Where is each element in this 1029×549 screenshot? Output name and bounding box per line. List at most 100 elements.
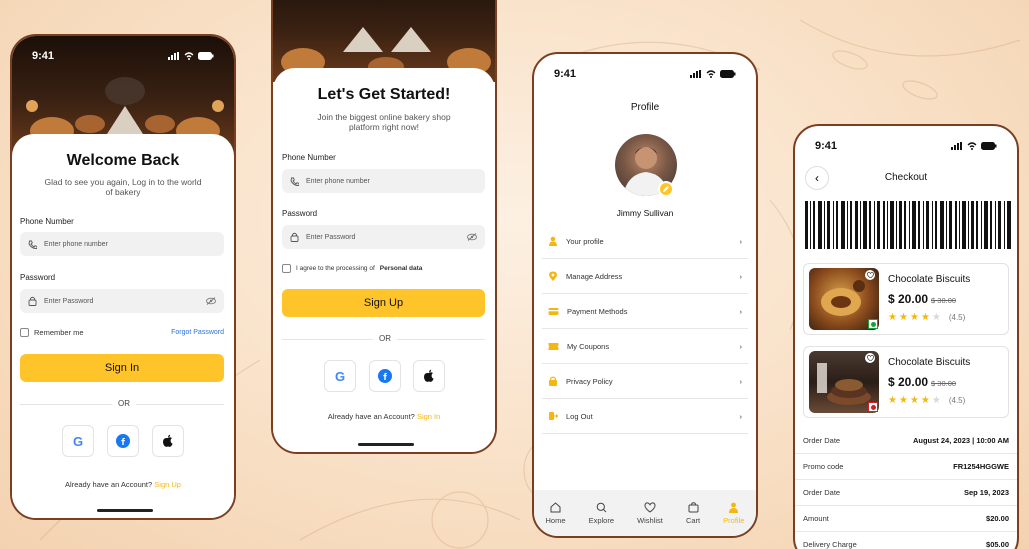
eye-off-icon[interactable] xyxy=(206,297,216,305)
signal-icon xyxy=(951,142,962,150)
wishlist-button[interactable] xyxy=(865,353,875,363)
agree-terms[interactable]: I agree to the processing of Personal da… xyxy=(282,264,422,273)
menu-item-label: My Coupons xyxy=(567,341,610,351)
sign-up-button[interactable]: Sign Up xyxy=(282,289,485,317)
row-value: August 24, 2023 | 10:00 AM xyxy=(912,436,1009,445)
tab-label: Home xyxy=(545,515,566,525)
tab-wishlist[interactable]: Wishlist xyxy=(637,501,663,525)
facebook-icon xyxy=(116,434,130,448)
google-login-button[interactable]: G xyxy=(62,425,94,457)
tab-label: Wishlist xyxy=(637,515,663,525)
menu-item-payment-methods[interactable]: Payment Methods › xyxy=(542,294,748,329)
battery-icon xyxy=(198,52,214,60)
order-summary-row: Amount $20.00 xyxy=(795,506,1017,532)
order-summary-row: Order Date August 24, 2023 | 10:00 AM xyxy=(795,428,1017,454)
lock-icon xyxy=(549,376,557,386)
star-empty-icon: ★ xyxy=(931,395,941,406)
or-text: OR xyxy=(112,399,136,408)
remember-label: Remember me xyxy=(34,328,84,337)
menu-item-your-profile[interactable]: Your profile › xyxy=(542,224,748,259)
remember-me[interactable]: Remember me xyxy=(20,328,84,337)
star-icon: ★ xyxy=(898,395,908,406)
tab-explore[interactable]: Explore xyxy=(589,502,614,525)
star-icon: ★ xyxy=(920,395,930,406)
menu-item-label: Manage Address xyxy=(566,271,623,281)
page-subtitle: Glad to see you again, Log in to the wor… xyxy=(44,177,202,197)
rating-stars: ★ ★ ★ ★ ★ (4.5) xyxy=(888,395,965,406)
sign-in-link[interactable]: Sign In xyxy=(417,412,440,421)
sign-in-button[interactable]: Sign In xyxy=(20,354,224,382)
phone-icon xyxy=(290,177,299,186)
sign-up-link[interactable]: Sign Up xyxy=(154,480,181,489)
phone-icon xyxy=(28,240,37,249)
apple-login-button[interactable] xyxy=(413,360,445,392)
signal-icon xyxy=(690,70,701,78)
chevron-right-icon: › xyxy=(739,236,743,246)
chevron-right-icon: › xyxy=(739,306,743,316)
facebook-login-button[interactable] xyxy=(369,360,401,392)
phone-field[interactable]: Enter phone number xyxy=(20,232,224,256)
phone-placeholder: Enter phone number xyxy=(44,240,108,248)
cart-item[interactable]: Chocolate Biscuits $ 20.00 $ 30.00 ★ ★ ★ … xyxy=(803,346,1009,418)
tab-home[interactable]: Home xyxy=(545,501,566,525)
signin-prompt: Already have an Account? Sign In xyxy=(273,412,495,421)
old-price: $ 30.00 xyxy=(931,296,957,305)
signal-icon xyxy=(168,52,179,60)
signup-prompt: Already have an Account? Sign Up xyxy=(12,480,234,489)
password-field[interactable]: Enter Password xyxy=(282,225,485,249)
google-login-button[interactable]: G xyxy=(324,360,356,392)
barcode xyxy=(805,201,1011,249)
menu-item-privacy-policy[interactable]: Privacy Policy › xyxy=(542,364,748,399)
user-icon xyxy=(729,502,739,513)
apple-login-button[interactable] xyxy=(152,425,184,457)
facebook-icon xyxy=(378,369,392,383)
home-indicator xyxy=(358,443,414,446)
personal-data-link[interactable]: Personal data xyxy=(380,265,423,272)
product-price: $ 20.00 $ 30.00 xyxy=(888,375,956,389)
home-icon xyxy=(550,501,561,512)
apple-icon xyxy=(423,369,434,382)
menu-item-my-coupons[interactable]: My Coupons › xyxy=(542,329,748,364)
signup-sheet: Let's Get Started! Join the biggest onli… xyxy=(273,68,495,452)
cart-item[interactable]: Chocolate Biscuits $ 20.00 $ 30.00 ★ ★ ★ … xyxy=(803,263,1009,335)
chevron-right-icon: › xyxy=(739,271,743,281)
profile-screen: 9:41 Profile Jimmy Sullivan Your profile… xyxy=(532,52,758,538)
agree-checkbox[interactable] xyxy=(282,264,291,273)
row-value: Sep 19, 2023 xyxy=(963,488,1009,497)
status-time: 9:41 xyxy=(554,68,577,80)
logout-icon xyxy=(549,412,558,420)
order-summary-row: Delivery Charge $05.00 xyxy=(795,532,1017,549)
status-icons xyxy=(168,52,214,60)
home-indicator xyxy=(97,509,153,512)
google-icon: G xyxy=(334,368,346,384)
row-value: FR1254HGGWE xyxy=(953,462,1009,471)
chevron-right-icon: › xyxy=(739,341,743,351)
forgot-password-link[interactable]: Forgot Password xyxy=(171,329,224,336)
tab-cart[interactable]: Cart xyxy=(686,501,700,525)
password-field[interactable]: Enter Password xyxy=(20,289,224,313)
price-value: $ 20.00 xyxy=(888,292,929,306)
menu-item-label: Your profile xyxy=(566,236,604,246)
menu-item-log-out[interactable]: Log Out › xyxy=(542,399,748,434)
menu-item-manage-address[interactable]: Manage Address › xyxy=(542,259,748,294)
wifi-icon xyxy=(184,52,194,60)
eye-off-icon[interactable] xyxy=(467,233,477,241)
facebook-login-button[interactable] xyxy=(107,425,139,457)
search-icon xyxy=(596,502,607,512)
wishlist-button[interactable] xyxy=(865,270,875,280)
menu-item-label: Log Out xyxy=(566,411,593,421)
row-label: Order Date xyxy=(803,488,841,497)
agree-text: I agree to the processing of xyxy=(296,265,375,272)
rating-stars: ★ ★ ★ ★ ★ (4.5) xyxy=(888,312,965,323)
password-placeholder: Enter Password xyxy=(44,297,94,305)
remember-checkbox[interactable] xyxy=(20,328,29,337)
user-icon xyxy=(549,236,557,246)
heart-icon xyxy=(866,355,874,361)
password-label: Password xyxy=(282,209,318,218)
pencil-icon xyxy=(663,186,669,192)
phone-label: Phone Number xyxy=(20,217,74,226)
wifi-icon xyxy=(706,70,716,78)
phone-field[interactable]: Enter phone number xyxy=(282,169,485,193)
edit-avatar-button[interactable] xyxy=(658,181,674,197)
tab-profile[interactable]: Profile xyxy=(723,502,744,525)
